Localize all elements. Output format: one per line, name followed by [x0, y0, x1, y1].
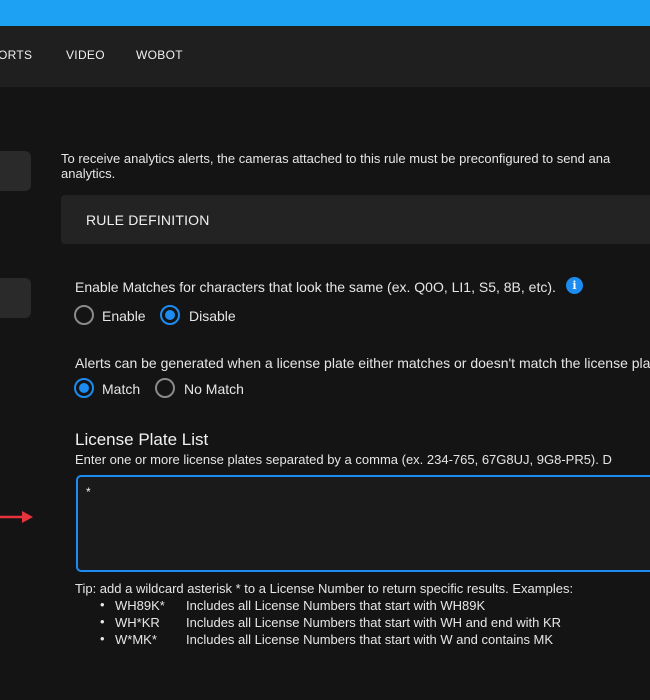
example-code: W*MK*: [115, 632, 157, 647]
similar-chars-label: Enable Matches for characters that look …: [75, 279, 556, 295]
top-accent-bar: [0, 0, 650, 26]
example-code: WH*KR: [115, 615, 160, 630]
enable-radio-label[interactable]: Enable: [102, 308, 146, 324]
bullet: •: [100, 614, 105, 629]
plate-list-description: Enter one or more license plates separat…: [75, 452, 612, 467]
bullet: •: [100, 631, 105, 646]
match-radio-label[interactable]: Match: [102, 381, 140, 397]
example-description: Includes all License Numbers that start …: [186, 615, 562, 630]
example-code: WH89K*: [115, 598, 165, 613]
match-radio[interactable]: [74, 378, 94, 398]
intro-text: To receive analytics alerts, the cameras…: [61, 151, 611, 181]
rule-definition-label: RULE DEFINITION: [86, 212, 210, 228]
bullet: •: [100, 597, 105, 612]
no-match-radio[interactable]: [155, 378, 175, 398]
disable-radio-label[interactable]: Disable: [189, 308, 236, 324]
disable-radio[interactable]: [160, 305, 180, 325]
enable-radio[interactable]: [74, 305, 94, 325]
nav-item-reports[interactable]: ORTS: [0, 48, 32, 62]
rule-definition-header[interactable]: RULE DEFINITION: [61, 195, 650, 244]
sidebar-panel-item[interactable]: [0, 278, 31, 318]
nav-item-video[interactable]: VIDEO: [66, 48, 105, 62]
main-nav: ORTS VIDEO WOBOT: [0, 26, 650, 87]
tip-text: Tip: add a wildcard asterisk * to a Lice…: [75, 581, 574, 596]
match-mode-label: Alerts can be generated when a license p…: [75, 355, 650, 371]
nav-item-wobot[interactable]: WOBOT: [136, 48, 183, 62]
plate-list-title: License Plate List: [75, 430, 209, 449]
info-icon[interactable]: i: [566, 277, 583, 294]
example-description: Includes all License Numbers that start …: [186, 632, 554, 647]
pointer-arrow-icon: [0, 511, 33, 523]
plate-list-input[interactable]: *: [76, 475, 650, 572]
no-match-radio-label[interactable]: No Match: [184, 381, 244, 397]
example-description: Includes all License Numbers that start …: [186, 598, 486, 613]
sidebar-panel-item[interactable]: [0, 151, 31, 191]
